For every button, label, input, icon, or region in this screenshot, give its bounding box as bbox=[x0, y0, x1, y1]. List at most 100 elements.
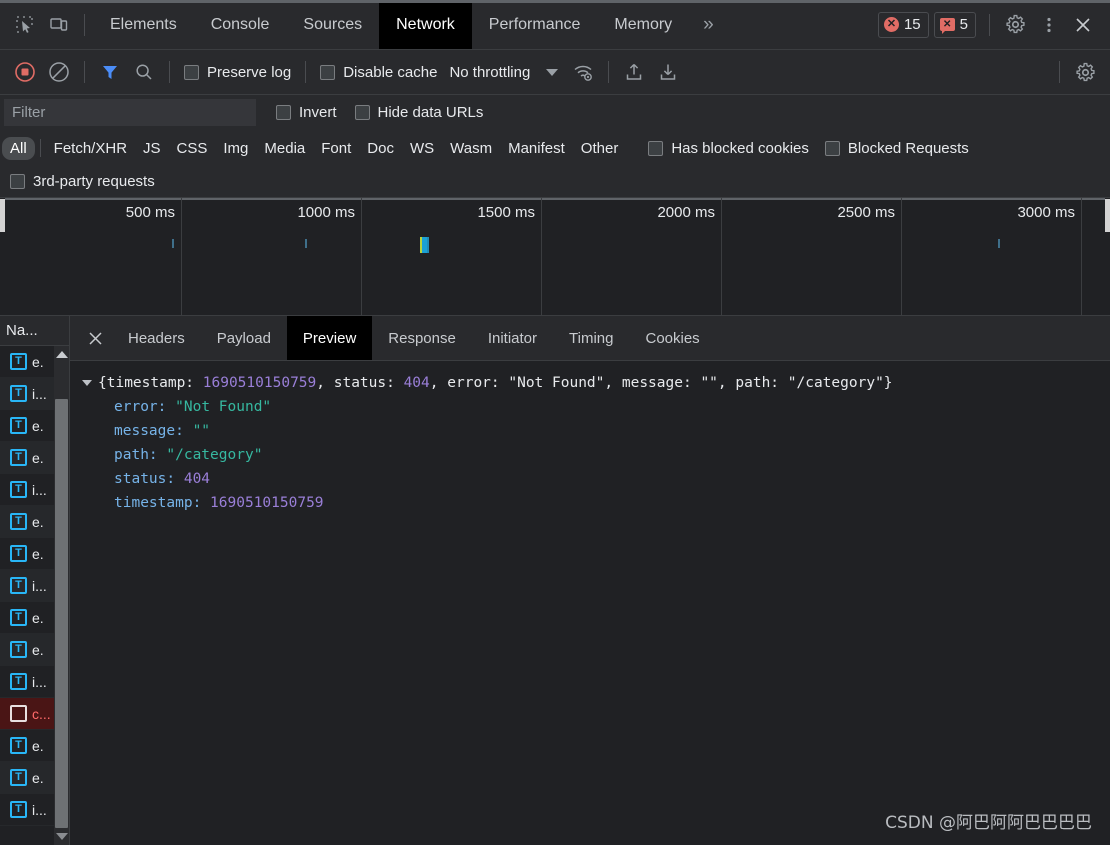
close-details-icon[interactable] bbox=[78, 316, 112, 360]
network-toolbar: Preserve log Disable cache No throttling bbox=[0, 50, 1110, 95]
preserve-log-box[interactable] bbox=[184, 64, 199, 80]
scroll-up-arrow-icon[interactable] bbox=[55, 351, 68, 358]
hide-data-urls-label: Hide data URLs bbox=[377, 104, 484, 121]
overview-request-marker bbox=[998, 239, 1000, 248]
type-filter-wasm[interactable]: Wasm bbox=[442, 137, 500, 160]
type-filter-other[interactable]: Other bbox=[573, 137, 627, 160]
tab-console[interactable]: Console bbox=[194, 0, 287, 49]
doc-icon: T bbox=[10, 545, 27, 562]
json-key-status: status: bbox=[114, 471, 176, 487]
type-filter-img[interactable]: Img bbox=[215, 137, 256, 160]
json-preview[interactable]: {timestamp: 1690510150759, status: 404, … bbox=[70, 361, 1110, 845]
request-name: e. bbox=[32, 769, 44, 786]
json-summary-key-message: message: bbox=[621, 375, 701, 391]
scrollbar-thumb[interactable] bbox=[55, 399, 68, 828]
close-icon[interactable] bbox=[1066, 8, 1100, 42]
tab-preview[interactable]: Preview bbox=[286, 316, 373, 360]
gear-icon[interactable] bbox=[998, 8, 1032, 42]
doc-icon: T bbox=[10, 513, 27, 530]
network-settings-gear-icon[interactable] bbox=[1068, 55, 1102, 89]
tab-cookies[interactable]: Cookies bbox=[629, 316, 715, 360]
third-party-box[interactable] bbox=[10, 174, 25, 189]
disable-cache-box[interactable] bbox=[320, 64, 336, 80]
device-toolbar-icon[interactable] bbox=[42, 8, 76, 42]
tab-timing[interactable]: Timing bbox=[553, 316, 629, 360]
json-sep-3: , bbox=[604, 375, 622, 391]
has-blocked-cookies-box[interactable] bbox=[648, 140, 664, 156]
error-count-badge[interactable]: ✕ 15 bbox=[877, 11, 929, 38]
tab-network[interactable]: Network bbox=[379, 0, 472, 49]
json-field-row[interactable]: error: "Not Found" bbox=[82, 395, 1110, 419]
search-icon[interactable] bbox=[127, 55, 161, 89]
invert-checkbox[interactable]: Invert bbox=[276, 104, 337, 121]
third-party-requests-checkbox[interactable]: 3rd-party requests bbox=[10, 173, 155, 190]
request-list-scrollbar[interactable] bbox=[54, 346, 69, 845]
kebab-menu-icon[interactable] bbox=[1032, 8, 1066, 42]
type-filter-doc[interactable]: Doc bbox=[359, 137, 402, 160]
clear-icon[interactable] bbox=[42, 55, 76, 89]
has-blocked-cookies-checkbox[interactable]: Has blocked cookies bbox=[648, 140, 809, 157]
third-party-row: 3rd-party requests bbox=[0, 166, 1110, 198]
request-details-tabs: Headers Payload Preview Response Initiat… bbox=[70, 316, 1110, 361]
overview-tick-1500: 1500 ms bbox=[477, 204, 535, 221]
tab-headers[interactable]: Headers bbox=[112, 316, 201, 360]
network-overview-timeline[interactable]: 500 ms 1000 ms 1500 ms 2000 ms 2500 ms 3… bbox=[0, 198, 1110, 316]
tab-sources[interactable]: Sources bbox=[286, 0, 379, 49]
type-filter-fetch-xhr[interactable]: Fetch/XHR bbox=[46, 137, 135, 160]
overview-tick-3000: 3000 ms bbox=[1017, 204, 1075, 221]
filter-funnel-icon[interactable] bbox=[93, 55, 127, 89]
export-har-icon[interactable] bbox=[651, 55, 685, 89]
invert-box[interactable] bbox=[276, 105, 291, 120]
preserve-log-checkbox[interactable]: Preserve log bbox=[184, 64, 291, 81]
type-filter-font[interactable]: Font bbox=[313, 137, 359, 160]
chevron-down-icon[interactable] bbox=[82, 380, 92, 386]
throttling-value: No throttling bbox=[449, 63, 531, 81]
hide-data-urls-box[interactable] bbox=[354, 105, 370, 120]
type-filter-all[interactable]: All bbox=[2, 136, 35, 160]
blocked-requests-checkbox[interactable]: Blocked Requests bbox=[824, 140, 969, 157]
overview-window-left-handle[interactable] bbox=[0, 199, 5, 232]
search-input[interactable] bbox=[4, 99, 256, 126]
tab-memory[interactable]: Memory bbox=[597, 0, 689, 49]
json-field-row[interactable]: status: 404 bbox=[82, 467, 1110, 491]
tab-payload[interactable]: Payload bbox=[201, 316, 287, 360]
tab-response[interactable]: Response bbox=[372, 316, 472, 360]
type-filter-ws[interactable]: WS bbox=[402, 137, 442, 160]
import-har-icon[interactable] bbox=[617, 55, 651, 89]
json-field-row[interactable]: message: "" bbox=[82, 419, 1110, 443]
request-list-header[interactable]: Na... bbox=[0, 316, 69, 346]
chevron-down-icon[interactable] bbox=[546, 68, 559, 76]
type-filter-js[interactable]: JS bbox=[135, 137, 169, 160]
type-filter-css[interactable]: CSS bbox=[169, 137, 216, 160]
record-stop-icon[interactable] bbox=[8, 55, 42, 89]
disable-cache-checkbox[interactable]: Disable cache bbox=[320, 64, 437, 81]
hide-data-urls-checkbox[interactable]: Hide data URLs bbox=[354, 104, 484, 121]
json-field-row[interactable]: path: "/category" bbox=[82, 443, 1110, 467]
tab-performance[interactable]: Performance bbox=[472, 0, 598, 49]
type-filter-media[interactable]: Media bbox=[256, 137, 313, 160]
json-field-row[interactable]: timestamp: 1690510150759 bbox=[82, 491, 1110, 515]
throttling-dropdown[interactable]: No throttling bbox=[449, 63, 559, 81]
overview-request-marker bbox=[305, 239, 307, 248]
inspect-cursor-icon[interactable] bbox=[8, 8, 42, 42]
toolbar-divider-3 bbox=[305, 61, 307, 83]
json-sep-4: , bbox=[717, 375, 736, 391]
warning-count-value: 5 bbox=[959, 16, 968, 33]
warning-count-badge[interactable]: ✕ 5 bbox=[933, 11, 976, 38]
wifi-settings-icon[interactable] bbox=[566, 55, 600, 89]
scroll-down-arrow-icon[interactable] bbox=[55, 833, 68, 840]
type-filter-manifest[interactable]: Manifest bbox=[500, 137, 573, 160]
tab-initiator[interactable]: Initiator bbox=[472, 316, 553, 360]
json-summary-row[interactable]: {timestamp: 1690510150759, status: 404, … bbox=[82, 371, 1110, 395]
doc-icon: T bbox=[10, 673, 27, 690]
request-details-pane: Headers Payload Preview Response Initiat… bbox=[70, 316, 1110, 845]
types-divider bbox=[39, 139, 41, 157]
json-summary-key-status: status: bbox=[333, 375, 404, 391]
overview-window-right-handle[interactable] bbox=[1105, 199, 1110, 232]
blocked-requests-box[interactable] bbox=[824, 140, 840, 156]
more-tabs-button[interactable]: » bbox=[689, 0, 727, 49]
tab-elements[interactable]: Elements bbox=[93, 0, 194, 49]
json-summary-key-timestamp: timestamp: bbox=[106, 375, 203, 391]
toolbar-divider-1 bbox=[84, 61, 85, 83]
network-bottom-split: Na... T e. T i... T e. T e. T i... T e. … bbox=[0, 316, 1110, 845]
